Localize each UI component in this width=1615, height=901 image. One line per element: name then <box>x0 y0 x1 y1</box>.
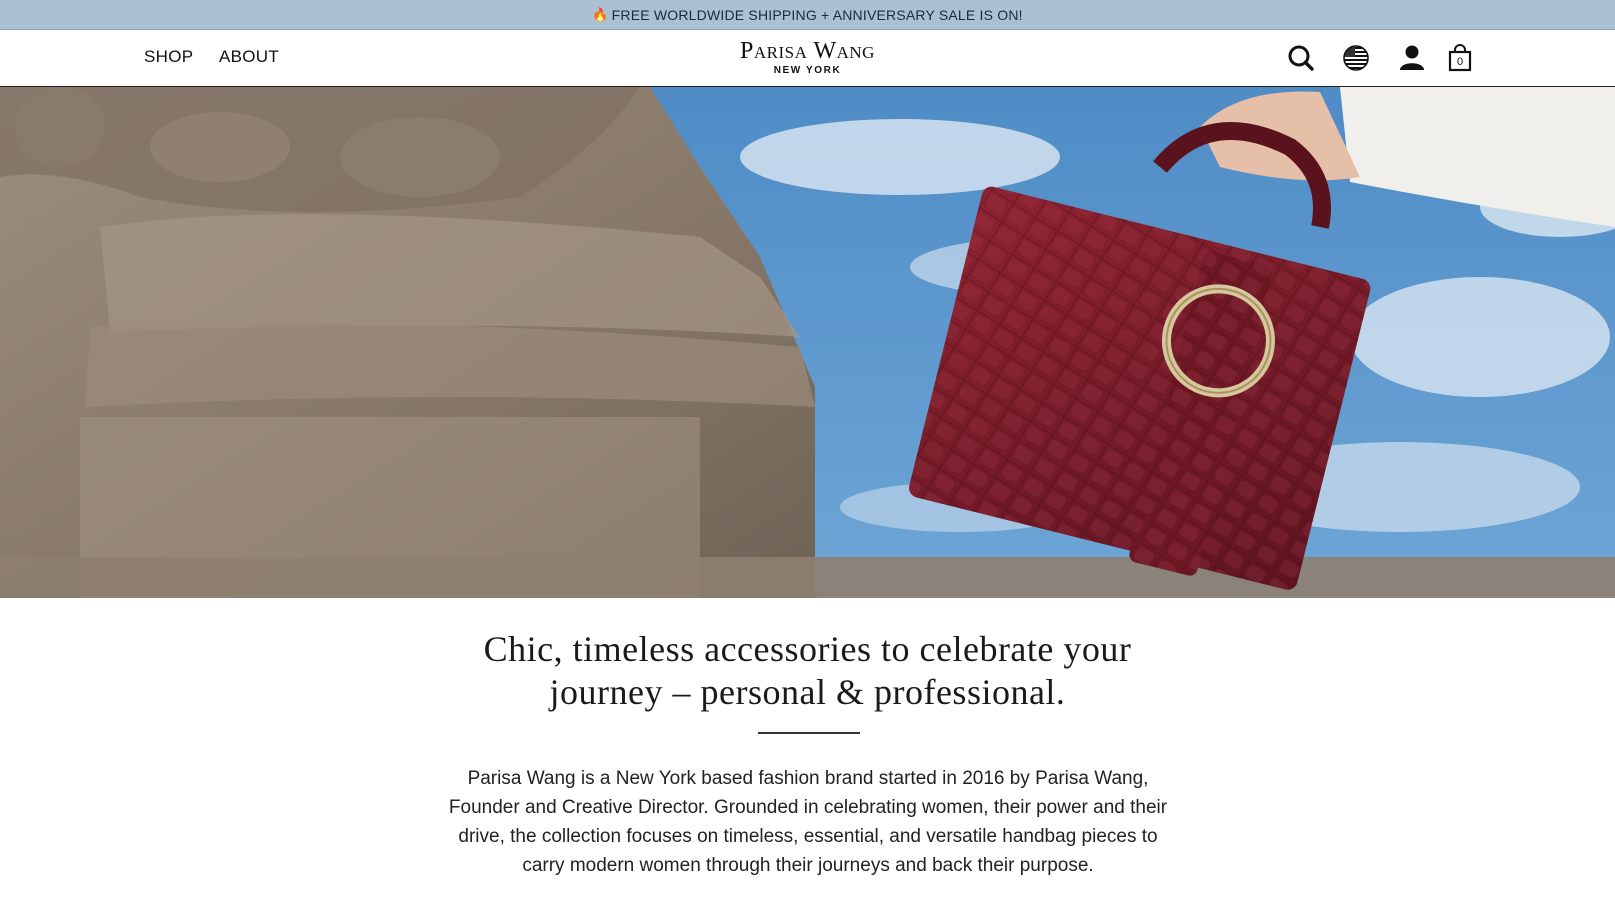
section-divider <box>758 732 860 734</box>
tagline-line-1: Chic, timeless accessories to celebrate … <box>483 629 1132 669</box>
fire-icon: 🔥 <box>592 6 609 22</box>
hero-image[interactable] <box>0 87 1615 598</box>
logo-wordmark: Parisa Wang <box>740 38 875 64</box>
shopping-bag-icon[interactable]: 0 <box>1446 42 1476 74</box>
cart-count: 0 <box>1456 56 1464 68</box>
tagline-line-2: journey – personal & professional. <box>549 672 1066 712</box>
logo-location: NEW YORK <box>773 65 842 76</box>
brand-description: Parisa Wang is a New York based fashion … <box>448 768 1168 876</box>
tagline-heading: Chic, timeless accessories to celebrate … <box>0 628 1615 714</box>
announcement-bar: 🔥 FREE WORLDWIDE SHIPPING + ANNIVERSARY … <box>0 0 1615 30</box>
brand-logo[interactable]: Parisa Wang NEW YORK <box>0 38 1615 77</box>
site-header: SHOP ABOUT Parisa Wang NEW YORK 0 <box>0 30 1615 87</box>
account-icon[interactable] <box>1397 42 1427 74</box>
search-icon[interactable] <box>1286 42 1316 74</box>
announcement-text: FREE WORLDWIDE SHIPPING + ANNIVERSARY SA… <box>611 6 1023 23</box>
globe-flag-icon[interactable] <box>1341 42 1371 74</box>
